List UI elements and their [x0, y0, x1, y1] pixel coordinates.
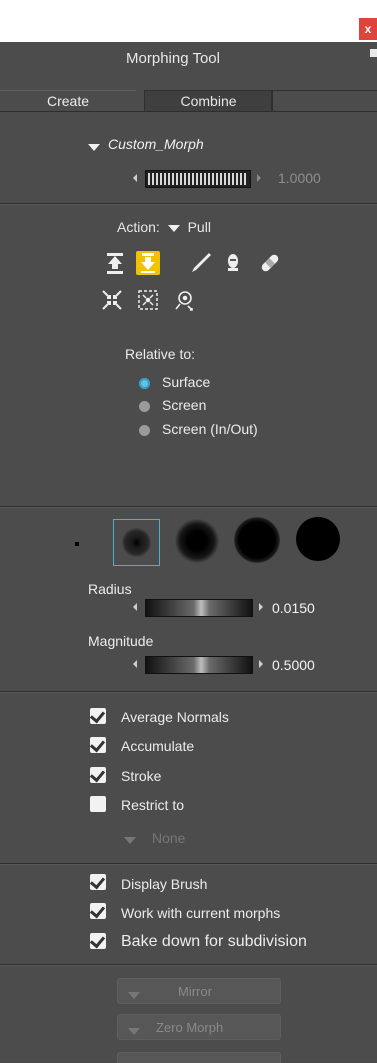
mirror-arrow-icon — [128, 987, 140, 1002]
zero-morph-arrow-icon — [128, 1023, 140, 1038]
radius-slider[interactable] — [133, 599, 265, 617]
brush-preset-large[interactable] — [234, 517, 280, 563]
display-brush-label[interactable]: Display Brush — [121, 876, 207, 892]
action-dropdown[interactable]: Pull — [188, 219, 211, 235]
tab-underline — [0, 111, 377, 112]
action-dropdown-arrow-icon[interactable] — [167, 219, 180, 235]
radio-screen-label[interactable]: Screen — [162, 397, 206, 413]
average-normals-label[interactable]: Average Normals — [121, 709, 229, 725]
radio-surface-label[interactable]: Surface — [162, 374, 210, 390]
action-row: Action: Pull — [117, 219, 211, 235]
window-top-bar — [0, 0, 377, 43]
relative-to-label: Relative to: — [125, 346, 196, 362]
tab-bar-filler — [271, 90, 377, 112]
pinch-icon[interactable] — [100, 288, 124, 312]
restrict-to-dropdown: None — [152, 830, 186, 846]
section-divider-highlight — [0, 864, 377, 865]
morph-value: 1.0000 — [278, 170, 321, 186]
work-with-current-morphs-label[interactable]: Work with current morphs — [121, 905, 280, 921]
zero-morph-button-label: Zero Morph — [156, 1020, 224, 1035]
radius-value: 0.0150 — [272, 600, 315, 616]
stroke-checkbox[interactable] — [89, 766, 106, 786]
radio-screen-in-out[interactable] — [139, 424, 150, 439]
morph-name-dropdown[interactable]: Custom_Morph — [108, 136, 204, 152]
morph-value-slider[interactable] — [133, 170, 263, 188]
radio-screen[interactable] — [139, 400, 150, 415]
tab-combine[interactable]: Combine — [144, 90, 273, 112]
panel-title: Morphing Tool — [126, 50, 220, 67]
bake-down-label[interactable]: Bake down for subdivision — [121, 933, 307, 951]
brush-preset-small-selected[interactable] — [113, 519, 160, 566]
restrict-to-checkbox[interactable] — [90, 796, 106, 815]
radio-surface[interactable] — [139, 377, 150, 392]
restore-magnifier-icon[interactable] — [172, 288, 196, 312]
morph-dropdown-arrow-icon[interactable] — [88, 139, 100, 154]
accumulate-label[interactable]: Accumulate — [121, 738, 194, 754]
bake-down-checkbox[interactable] — [89, 932, 106, 952]
section-divider-highlight — [0, 692, 377, 693]
mirror-button: Mirror — [117, 978, 281, 1004]
section-divider-highlight — [0, 507, 377, 508]
inflate-box-icon[interactable] — [136, 288, 160, 312]
partial-button — [117, 1052, 281, 1063]
accumulate-checkbox[interactable] — [89, 736, 106, 756]
restrict-to-label[interactable]: Restrict to — [121, 797, 184, 813]
mirror-button-label: Mirror — [178, 984, 212, 999]
average-normals-checkbox[interactable] — [89, 707, 106, 727]
smooth-bulb-icon[interactable] — [221, 251, 245, 275]
action-label: Action: — [117, 219, 160, 235]
magnitude-value: 0.5000 — [272, 657, 315, 673]
display-brush-checkbox[interactable] — [89, 873, 106, 893]
section-divider-highlight — [0, 204, 377, 205]
restrict-dropdown-arrow-icon — [124, 832, 136, 847]
panel-menu-icon[interactable] — [370, 49, 377, 57]
close-button[interactable]: x — [359, 18, 377, 40]
brush-pen-icon[interactable] — [189, 251, 213, 275]
radio-screen-in-out-label[interactable]: Screen (In/Out) — [162, 421, 258, 437]
bandage-icon[interactable] — [258, 251, 282, 275]
pull-up-icon[interactable] — [103, 251, 127, 275]
zero-morph-button: Zero Morph — [117, 1014, 281, 1040]
pull-down-icon[interactable] — [136, 251, 160, 275]
brush-preset-hard[interactable] — [296, 517, 340, 561]
radius-label: Radius — [88, 581, 132, 597]
brush-preset-medium[interactable] — [175, 519, 219, 563]
magnitude-slider[interactable] — [133, 656, 265, 674]
brush-preset-tiny[interactable] — [75, 542, 79, 546]
stroke-label[interactable]: Stroke — [121, 768, 161, 784]
magnitude-label: Magnitude — [88, 633, 154, 649]
section-divider-highlight — [0, 965, 377, 966]
work-with-current-morphs-checkbox[interactable] — [89, 902, 106, 922]
tab-create[interactable]: Create — [0, 90, 136, 112]
